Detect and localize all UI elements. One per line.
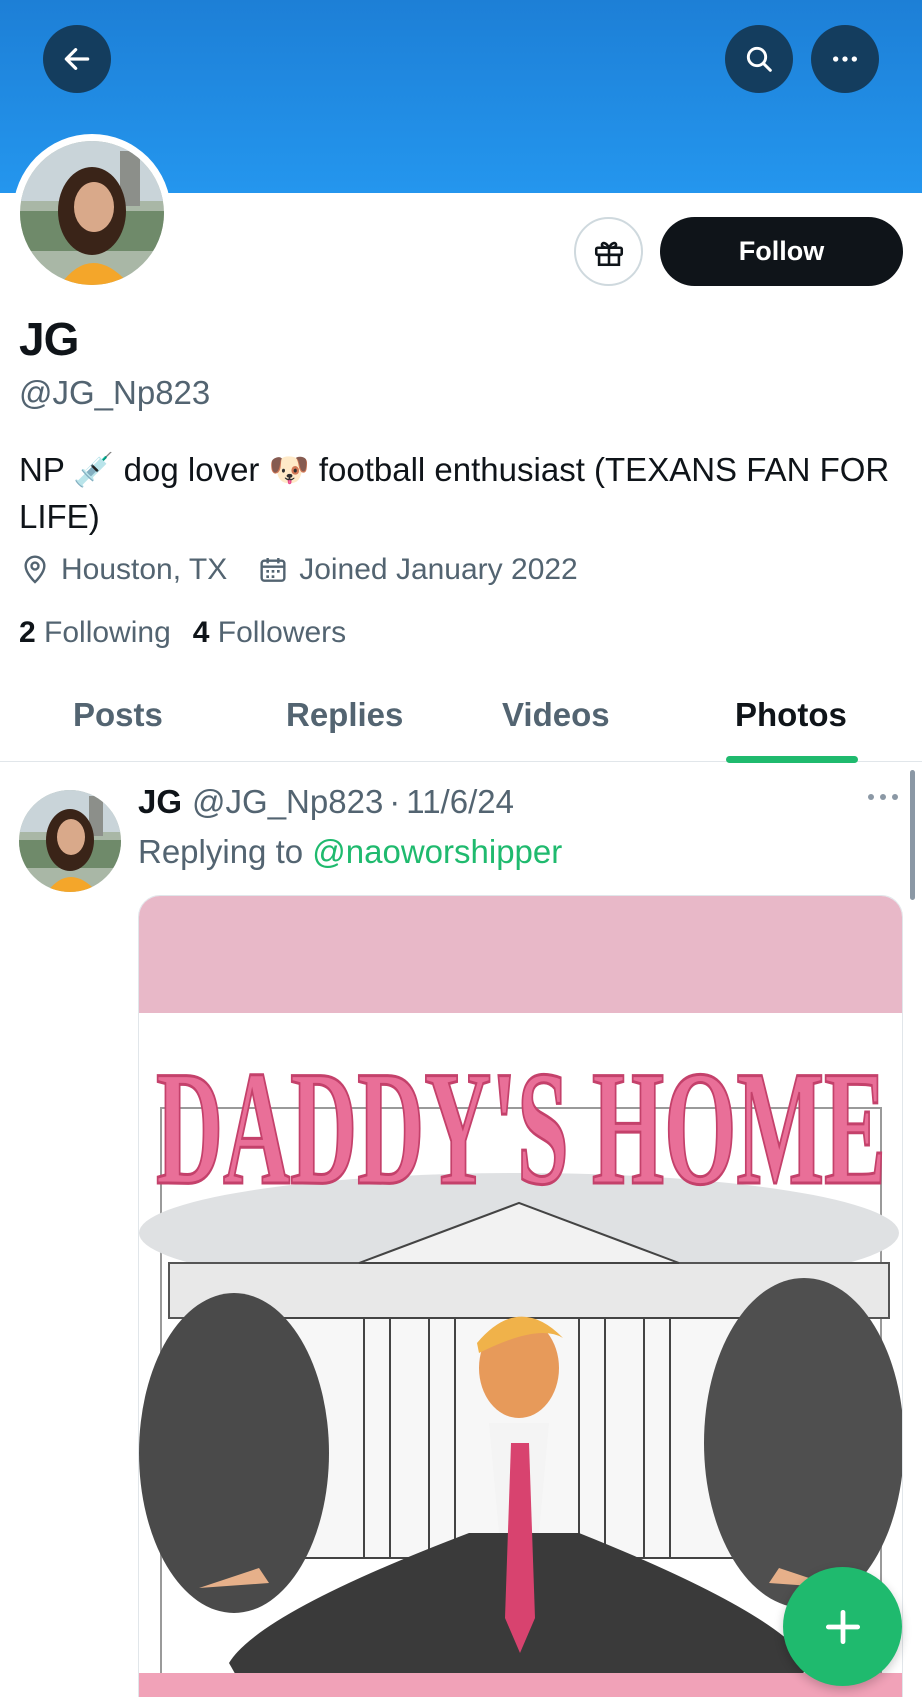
tab-photos[interactable]: Photos <box>735 696 847 734</box>
calendar-icon <box>260 558 286 582</box>
post-more-icon[interactable] <box>867 792 899 802</box>
followers-link[interactable]: 4 Followers <box>193 616 346 650</box>
replying-prefix: Replying to <box>138 833 304 870</box>
followers-label: Followers <box>217 616 347 649</box>
avatar-photo <box>19 790 121 892</box>
arrow-left-icon <box>64 48 90 70</box>
following-link[interactable]: 2 Following <box>19 616 171 650</box>
post-header: JG @JG_Np823 · 11/6/24 <box>138 783 514 821</box>
replying-mention[interactable]: @naoworshipper <box>312 833 562 870</box>
profile-bio: NP 💉 dog lover 🐶 football enthusiast (TE… <box>19 451 890 535</box>
media-illustration: DADDY'S HOME <box>139 1013 902 1697</box>
active-tab-indicator <box>726 756 858 763</box>
post-separator: · <box>389 783 401 820</box>
post-author-name[interactable]: JG <box>138 783 182 821</box>
following-count: 2 <box>19 616 36 649</box>
profile-display-name: JG <box>19 313 79 365</box>
tab-posts[interactable]: Posts <box>73 696 163 734</box>
post-date[interactable]: 11/6/24 <box>406 783 514 821</box>
more-button[interactable] <box>811 25 879 93</box>
location-item: Houston, TX <box>19 553 227 587</box>
post-avatar[interactable] <box>19 790 121 892</box>
search-icon <box>746 46 772 72</box>
location-text: Houston, TX <box>61 553 228 586</box>
profile-handle: @JG_Np823 <box>19 374 211 411</box>
follow-counts: 2 Following 4 Followers <box>19 616 346 650</box>
avatar-photo <box>20 141 164 285</box>
more-horizontal-icon <box>833 56 857 62</box>
media-headline: DADDY'S HOME <box>156 1038 886 1219</box>
followers-count: 4 <box>192 616 210 649</box>
joined-text: Joined January 2022 <box>299 553 578 586</box>
tab-replies[interactable]: Replies <box>286 696 403 734</box>
post-media-image[interactable]: DADDY'S HOME <box>138 895 903 1697</box>
profile-avatar[interactable] <box>13 134 171 292</box>
media-top-band <box>139 896 902 1013</box>
profile-meta: Houston, TX Joined January 2022 <box>19 553 578 587</box>
profile-tabs: Posts Replies Videos Photos <box>0 680 922 762</box>
location-pin-icon <box>24 555 46 584</box>
replying-to: Replying to @naoworshipper <box>138 833 562 871</box>
gift-button[interactable] <box>574 217 643 286</box>
compose-button[interactable] <box>783 1567 902 1686</box>
follow-button[interactable]: Follow <box>660 217 903 286</box>
plus-icon <box>825 1609 860 1644</box>
joined-item: Joined January 2022 <box>257 553 578 587</box>
post-author-handle[interactable]: @JG_Np823 <box>192 783 383 821</box>
following-label: Following <box>44 616 171 649</box>
tab-videos[interactable]: Videos <box>502 696 610 734</box>
search-button[interactable] <box>725 25 793 93</box>
scrollbar[interactable] <box>910 770 915 900</box>
back-button[interactable] <box>43 25 111 93</box>
gift-icon <box>594 241 623 266</box>
